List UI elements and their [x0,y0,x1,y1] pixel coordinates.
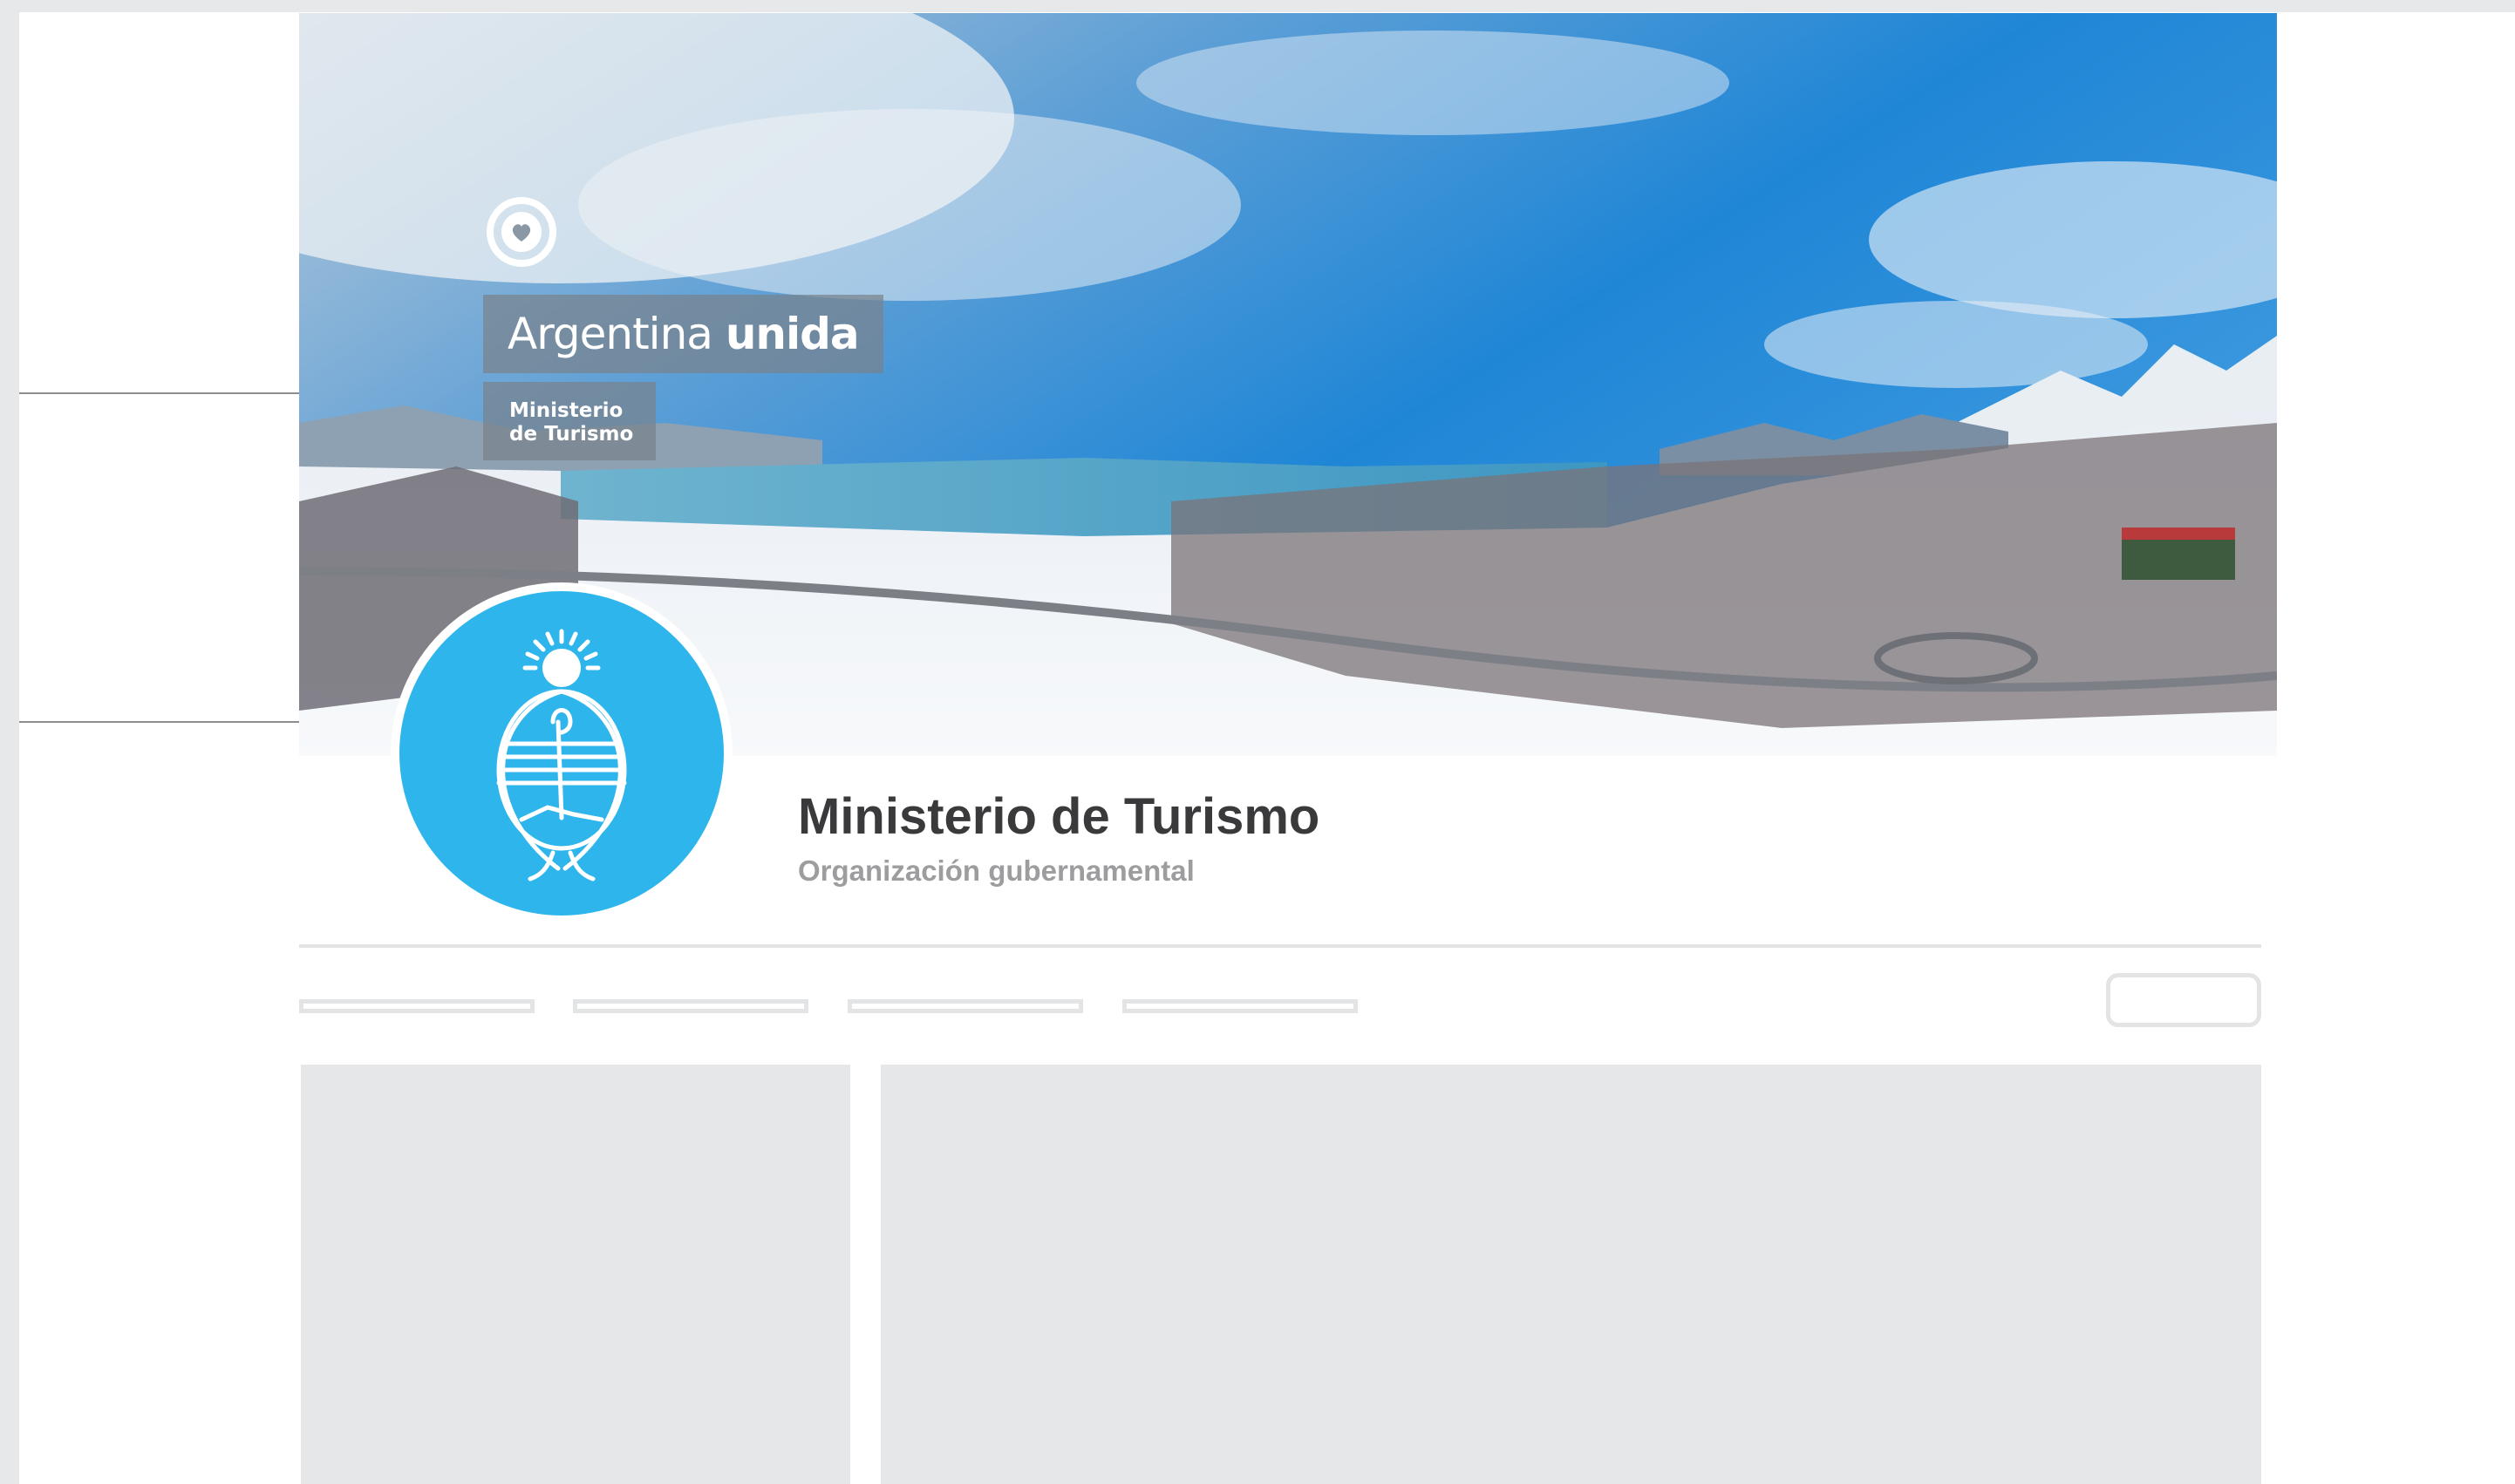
brand-bold: unida [725,309,860,359]
heart-circle-icon [487,197,556,267]
tab-placeholder-3[interactable] [848,999,1083,1013]
ministry-line-1: Ministerio [509,399,624,422]
argentina-coat-of-arms-icon [496,629,627,882]
tab-placeholder-4[interactable] [1122,999,1358,1013]
brand-light: Argentina [508,309,713,359]
brand-ministry-label: Ministerio de Turismo [483,382,656,460]
tab-placeholder-1[interactable] [299,999,535,1013]
header-divider [299,944,2261,948]
page-title: Ministerio de Turismo [798,788,1320,845]
left-sidebar-placeholder [301,1065,850,1484]
tab-placeholder-2[interactable] [573,999,808,1013]
avatar-circle [399,591,724,916]
brand-argentina-unida: Argentina unida [483,295,883,373]
page-category: Organización gubernamental [798,854,1195,887]
avatar[interactable] [391,582,733,924]
main-feed-placeholder [881,1065,2261,1484]
action-button-placeholder[interactable] [2106,973,2261,1027]
ministry-line-2: de Turismo [509,423,634,446]
